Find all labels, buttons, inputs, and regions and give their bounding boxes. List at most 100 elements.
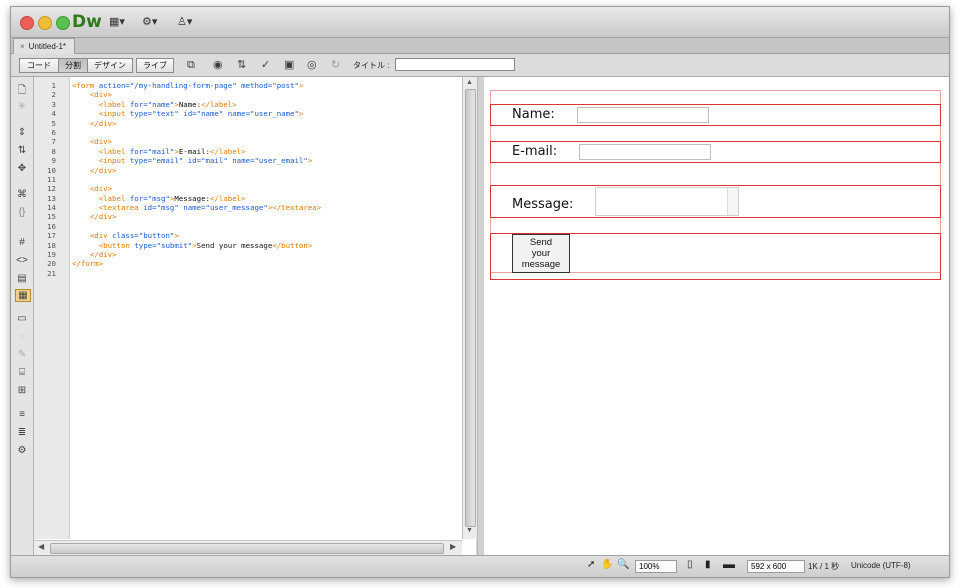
dreamweaver-window: Dw ▦▾ ⚙▾ ♙▾ × Untitled-1* コード 分割 デザイン ライブ… [10, 6, 950, 578]
code-line[interactable]: 12 <div> [34, 184, 464, 193]
line-number: 5 [51, 118, 56, 128]
code-line[interactable]: 13 <label for="msg">Message:</label> [34, 194, 464, 203]
code-line[interactable]: 11 [34, 175, 464, 184]
window-size-select[interactable]: 592 x 600 [747, 560, 805, 573]
live-view-button[interactable]: ライブ [136, 58, 174, 73]
code-line[interactable]: 10 </div> [34, 166, 464, 175]
scroll-up-arrow[interactable]: ▲ [466, 79, 473, 86]
email-div: E-mail: [490, 141, 941, 163]
balance-braces-icon[interactable]: {} [15, 207, 29, 218]
multiscreen-icon[interactable]: ⧉ [187, 59, 195, 71]
code-horizontal-scrollbar[interactable]: ◀ ▶ [34, 540, 462, 555]
code-view-button[interactable]: コード [19, 58, 59, 73]
refresh-icon[interactable]: ↻ [331, 59, 340, 71]
code-line[interactable]: 16 [34, 222, 464, 231]
split-view-button[interactable]: 分割 [58, 58, 88, 73]
code-line[interactable]: 19 </div> [34, 250, 464, 259]
open-documents-icon[interactable]: 🗋 [15, 83, 29, 100]
button-div: Send your message [490, 233, 941, 280]
gear-menu-icon[interactable]: ⚙▾ [142, 15, 157, 28]
code-line[interactable]: 20 </form> [34, 259, 464, 268]
scroll-down-arrow[interactable]: ▼ [466, 527, 473, 534]
format-source-icon[interactable]: ⚙ [15, 445, 29, 456]
title-bar: Dw ▦▾ ⚙▾ ♙▾ [11, 7, 949, 38]
code-line[interactable]: 1 <form action="/my-handling-form-page" m… [34, 81, 464, 90]
check-browser-icon[interactable]: ✓ [261, 59, 270, 71]
outdent-code-icon[interactable]: ≣ [15, 427, 29, 438]
code-line[interactable]: 14 <textarea id="msg" name="user_message… [34, 203, 464, 212]
collapse-selection-icon[interactable]: ⇅ [15, 145, 29, 156]
code-line[interactable]: 17 <div class="button"> [34, 231, 464, 240]
code-line[interactable]: 3 <label for="name">Name:</label> [34, 100, 464, 109]
line-numbers-icon[interactable]: # [15, 237, 29, 248]
show-code-navigator-icon[interactable]: ✳ [15, 101, 29, 112]
message-textarea[interactable] [595, 187, 739, 216]
status-bar: ➚ ✋ 🔍 100% ▯ ▮ ▬ 592 x 600 1K / 1 秒 Unic… [11, 555, 949, 577]
visual-aids-icon[interactable]: ▣ [284, 59, 294, 71]
apply-comment-icon[interactable]: ◌ [15, 331, 29, 342]
select-parent-tag-icon[interactable]: ⌘ [15, 189, 29, 200]
design-view[interactable]: Name: E-mail: Message: Send your message [484, 77, 949, 555]
page-title-input[interactable] [395, 58, 515, 71]
inspect-icon[interactable]: ◎ [307, 59, 317, 71]
file-management-icon[interactable]: ⇅ [237, 59, 246, 71]
preview-browser-icon[interactable]: ◉ [213, 59, 223, 71]
zoom-window-button[interactable] [56, 16, 70, 30]
desktop-size-icon[interactable]: ▬ [723, 557, 735, 571]
code-lines[interactable]: 1 <form action="/my-handling-form-page" m… [34, 81, 464, 278]
zoom-select[interactable]: 100% [635, 560, 677, 573]
tablet-size-icon[interactable]: ▮ [705, 559, 711, 570]
code-vertical-scrollbar[interactable]: ▲ ▼ [462, 77, 477, 539]
line-number: 2 [51, 90, 56, 100]
line-number: 20 [47, 259, 56, 269]
code-text: <form action="/my-handling-form-page" me… [72, 81, 304, 90]
send-message-button[interactable]: Send your message [512, 234, 570, 273]
highlight-invalid-code-icon[interactable]: <> [15, 255, 29, 266]
collapse-full-tag-icon[interactable]: ⇕ [15, 127, 29, 138]
document-tab[interactable]: × Untitled-1* [13, 38, 76, 54]
move-css-icon[interactable]: ⊞ [15, 385, 29, 396]
email-input[interactable] [579, 144, 711, 160]
remove-comment-icon[interactable]: ✎ [15, 349, 29, 360]
code-line[interactable]: 21 [34, 269, 464, 278]
scroll-left-arrow[interactable]: ◀ [38, 542, 44, 551]
scroll-right-arrow[interactable]: ▶ [450, 542, 456, 551]
indent-code-icon[interactable]: ≡ [15, 409, 29, 420]
code-view[interactable]: 1 <form action="/my-handling-form-page" m… [34, 77, 477, 555]
button-line-1: Send [529, 237, 553, 248]
design-view-button[interactable]: デザイン [87, 58, 133, 73]
line-number: 11 [47, 174, 56, 184]
code-line[interactable]: 8 <label for="mail">E-mail:</label> [34, 147, 464, 156]
minimize-window-button[interactable] [38, 16, 52, 30]
name-input[interactable] [577, 107, 709, 123]
select-tool-icon[interactable]: ➚ [587, 559, 595, 570]
code-line[interactable]: 9 <input type="email" id="mail" name="us… [34, 156, 464, 165]
code-text: <label for="mail">E-mail:</label> [98, 146, 246, 156]
syntax-coloring-icon[interactable]: ▤ [15, 273, 29, 284]
auto-indent-icon[interactable]: ▦ [15, 289, 31, 302]
code-line[interactable]: 18 <button type="submit">Send your messa… [34, 241, 464, 250]
vertical-scroll-thumb[interactable] [465, 89, 476, 527]
textarea-resize-handle[interactable] [727, 188, 738, 215]
code-line[interactable]: 5 </div> [34, 119, 464, 128]
line-number: 9 [51, 156, 56, 166]
close-tab-icon[interactable]: × [20, 42, 25, 51]
horizontal-scroll-thumb[interactable] [50, 543, 444, 554]
code-line[interactable]: 15 </div> [34, 212, 464, 221]
wrap-tag-icon[interactable]: ⌸ [15, 367, 29, 378]
code-text: <input type="email" id="mail" name="user… [98, 156, 313, 166]
close-window-button[interactable] [20, 16, 34, 30]
recent-snippets-icon[interactable]: ▭ [15, 313, 29, 324]
zoom-tool-icon[interactable]: 🔍 [617, 559, 629, 570]
site-menu-icon[interactable]: ♙▾ [177, 15, 192, 28]
hand-tool-icon[interactable]: ✋ [601, 559, 613, 570]
layout-menu-icon[interactable]: ▦▾ [109, 15, 125, 28]
mobile-size-icon[interactable]: ▯ [687, 559, 693, 570]
line-number: 16 [47, 221, 56, 231]
code-line[interactable]: 4 <input type="text" id="name" name="use… [34, 109, 464, 118]
code-line[interactable]: 7 <div> [34, 137, 464, 146]
code-line[interactable]: 6 [34, 128, 464, 137]
name-div: Name: [490, 104, 941, 126]
code-line[interactable]: 2 <div> [34, 90, 464, 99]
expand-all-icon[interactable]: ✥ [15, 163, 29, 174]
